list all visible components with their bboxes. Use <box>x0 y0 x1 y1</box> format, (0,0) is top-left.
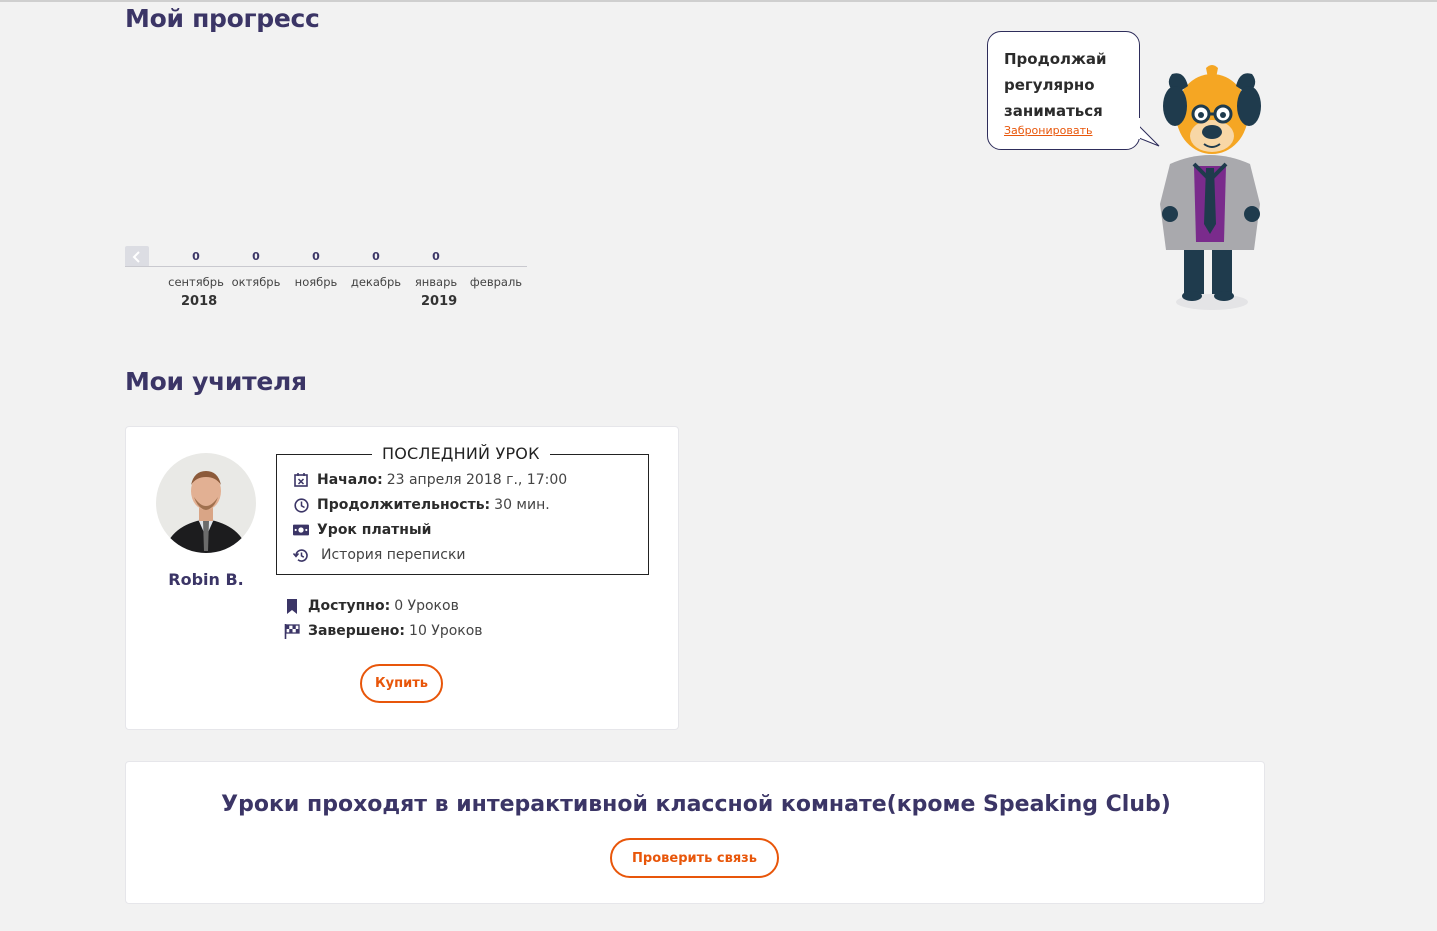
bubble-line: заниматься <box>1004 102 1103 120</box>
lesson-duration-row: Продолжительность: 30 мин. <box>293 497 550 513</box>
month-label: ноябрь <box>294 275 338 289</box>
clock-icon <box>293 497 309 513</box>
lesson-paid-label: Урок платный <box>317 522 432 538</box>
book-link[interactable]: Забронировать <box>1004 124 1129 137</box>
year-label: 2018 <box>181 294 218 309</box>
teacher-avatar[interactable] <box>156 453 256 553</box>
history-icon <box>293 547 309 563</box>
month-count: 0 <box>372 250 380 263</box>
last-lesson-title: ПОСЛЕДНИЙ УРОК <box>372 444 550 463</box>
chevron-left-icon[interactable] <box>125 246 149 267</box>
lesson-duration-value: 30 мин. <box>494 497 550 513</box>
available-value: 0 Уроков <box>394 598 459 614</box>
month-label: октябрь <box>231 275 281 289</box>
completed-label: Завершено: <box>308 623 406 639</box>
lesson-start-value: 23 апреля 2018 г., 17:00 <box>386 472 568 488</box>
lesson-start-row: Начало: 23 апреля 2018 г., 17:00 <box>293 472 567 488</box>
teacher-card: Robin B. ПОСЛЕДНИЙ УРОК Начало: 23 апрел… <box>125 426 679 730</box>
bubble-line: регулярно <box>1004 76 1095 94</box>
lesson-start-label: Начало: <box>317 472 383 488</box>
month-count: 0 <box>432 250 440 263</box>
bubble-line: Продолжай <box>1004 50 1107 68</box>
dog-mascot-icon <box>1160 65 1261 310</box>
calendar-icon <box>293 472 309 488</box>
top-border <box>0 0 1437 2</box>
completed-value: 10 Уроков <box>409 623 483 639</box>
month-count: 0 <box>312 250 320 263</box>
available-lessons: Доступно: 0 Уроков <box>284 598 459 614</box>
available-label: Доступно: <box>308 598 391 614</box>
month-label: сентябрь <box>168 275 224 289</box>
month-count: 0 <box>192 250 200 263</box>
bookmark-icon <box>284 598 300 614</box>
progress-month: 0 декабрь <box>344 249 408 289</box>
lesson-duration-label: Продолжительность: <box>317 497 491 513</box>
teacher-name[interactable]: Robin B. <box>126 570 286 589</box>
progress-month: 0 сентябрь <box>164 249 228 289</box>
chat-history-link[interactable]: История переписки <box>321 547 466 563</box>
completed-lessons: Завершено: 10 Уроков <box>284 623 483 639</box>
progress-title: Мой прогресс <box>125 4 320 33</box>
last-lesson-box: ПОСЛЕДНИЙ УРОК Начало: 23 апреля 2018 г.… <box>276 444 649 575</box>
money-icon <box>293 522 309 538</box>
month-label: декабрь <box>350 275 402 289</box>
year-label: 2019 <box>421 294 458 309</box>
chat-history-row[interactable]: История переписки <box>293 547 466 563</box>
teachers-title: Мои учителя <box>125 367 307 396</box>
buy-button[interactable]: Купить <box>360 664 443 703</box>
checkered-flag-icon <box>284 623 300 639</box>
room-title: Уроки проходят в интерактивной классной … <box>221 792 1171 817</box>
progress-month: 0 ноябрь <box>284 249 348 289</box>
month-count: 0 <box>252 250 260 263</box>
lesson-paid-row: Урок платный <box>293 522 435 538</box>
progress-month: февраль <box>464 249 528 289</box>
motivation-bubble: Продолжай регулярно заниматься Заброниро… <box>987 31 1140 150</box>
check-connection-button[interactable]: Проверить связь <box>610 838 779 878</box>
interactive-room-panel: Уроки проходят в интерактивной классной … <box>125 761 1265 904</box>
month-label: январь <box>414 275 458 289</box>
month-label: февраль <box>469 275 523 289</box>
month-count <box>464 249 528 265</box>
progress-month: 0 январь <box>404 249 468 289</box>
progress-month: 0 октябрь <box>224 249 288 289</box>
